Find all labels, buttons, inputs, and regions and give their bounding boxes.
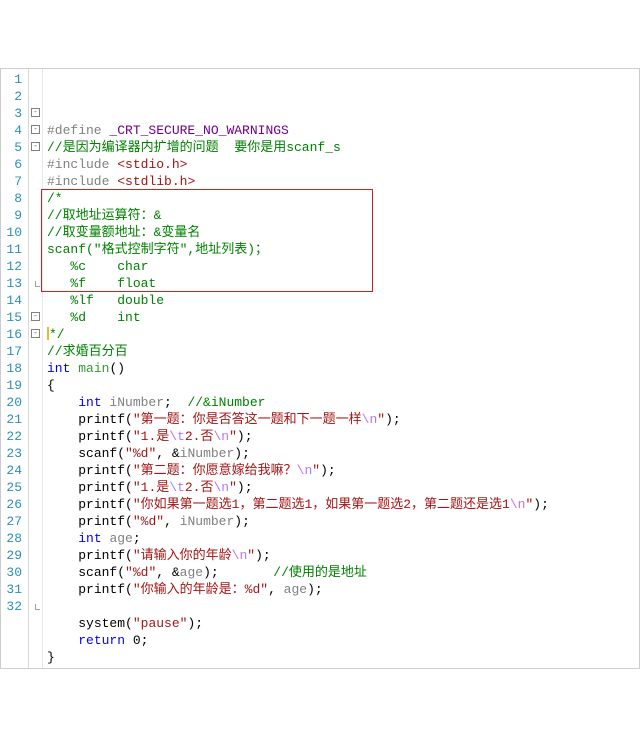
line-number: 21 [5,411,22,428]
code-line[interactable]: int age; [47,530,635,547]
code-editor[interactable]: 1234567891011121314151617181920212223242… [0,68,640,669]
line-number: 25 [5,479,22,496]
line-number: 2 [5,88,22,105]
line-number: 18 [5,360,22,377]
fold-toggle-icon[interactable]: - [31,142,40,151]
code-line[interactable]: system("pause"); [47,615,635,632]
fold-toggle-icon[interactable]: - [31,125,40,134]
line-number: 24 [5,462,22,479]
line-number: 22 [5,428,22,445]
code-line[interactable]: scanf("%d", &age); //使用的是地址 [47,564,635,581]
line-number: 15 [5,309,22,326]
code-line[interactable]: %c char [47,258,635,275]
code-line[interactable]: %f float [47,275,635,292]
code-line[interactable]: printf("请输入你的年龄\n"); [47,547,635,564]
line-number: 8 [5,190,22,207]
code-line[interactable]: //是因为编译器内扩增的问题 要你是用scanf_s [47,139,635,156]
line-number: 20 [5,394,22,411]
fold-toggle-icon[interactable]: - [31,329,40,338]
fold-toggle-icon[interactable]: - [31,312,40,321]
fold-toggle-icon[interactable]: - [31,108,40,117]
code-line[interactable]: printf("第一题：你是否答这一题和下一题一样\n"); [47,411,635,428]
line-number: 7 [5,173,22,190]
line-number: 4 [5,122,22,139]
line-number: 1 [5,71,22,88]
code-line[interactable]: %d int [47,309,635,326]
line-number: 28 [5,530,22,547]
line-number: 10 [5,224,22,241]
code-line[interactable]: printf("1.是\t2.否\n"); [47,428,635,445]
code-line[interactable]: printf("第二题：你愿意嫁给我嘛？\n"); [47,462,635,479]
code-area[interactable]: #define _CRT_SECURE_NO_WARNINGS//是因为编译器内… [43,69,639,668]
line-number: 6 [5,156,22,173]
line-number: 23 [5,445,22,462]
code-line[interactable]: //取地址运算符：& [47,207,635,224]
line-number: 11 [5,241,22,258]
code-line[interactable]: { [47,377,635,394]
line-number: 3 [5,105,22,122]
code-line[interactable]: %lf double [47,292,635,309]
code-line[interactable]: int iNumber; //&iNumber [47,394,635,411]
line-number: 5 [5,139,22,156]
fold-end-icon [35,281,40,287]
line-number: 27 [5,513,22,530]
code-line[interactable]: */ [47,326,635,343]
line-number: 29 [5,547,22,564]
code-line[interactable]: scanf("格式控制字符",地址列表)； [47,241,635,258]
fold-end-icon [35,604,40,610]
line-number: 12 [5,258,22,275]
line-number: 17 [5,343,22,360]
code-line[interactable]: printf("你如果第一题选1，第二题选1，如果第一题选2，第二题还是选1\n… [47,496,635,513]
line-number: 32 [5,598,22,615]
code-line[interactable]: //求婚百分百 [47,343,635,360]
code-line[interactable]: printf("%d", iNumber); [47,513,635,530]
fold-column[interactable]: - - - - - [29,69,43,668]
line-number: 26 [5,496,22,513]
code-line[interactable]: #include <stdlib.h> [47,173,635,190]
code-line[interactable]: return 0; [47,632,635,649]
code-line[interactable]: printf("1.是\t2.否\n"); [47,479,635,496]
line-number: 31 [5,581,22,598]
line-number: 16 [5,326,22,343]
code-line[interactable] [47,598,635,615]
line-number: 13 [5,275,22,292]
code-line[interactable]: printf("你输入的年龄是：%d", age); [47,581,635,598]
code-line[interactable]: //取变量额地址：&变量名 [47,224,635,241]
code-line[interactable]: } [47,649,635,666]
code-line[interactable]: int main() [47,360,635,377]
line-number: 9 [5,207,22,224]
code-line[interactable]: scanf("%d", &iNumber); [47,445,635,462]
line-number: 19 [5,377,22,394]
line-number: 14 [5,292,22,309]
code-line[interactable]: /* [47,190,635,207]
line-number: 30 [5,564,22,581]
code-line[interactable]: #define _CRT_SECURE_NO_WARNINGS [47,122,635,139]
code-line[interactable]: #include <stdio.h> [47,156,635,173]
line-number-gutter: 1234567891011121314151617181920212223242… [1,69,29,668]
